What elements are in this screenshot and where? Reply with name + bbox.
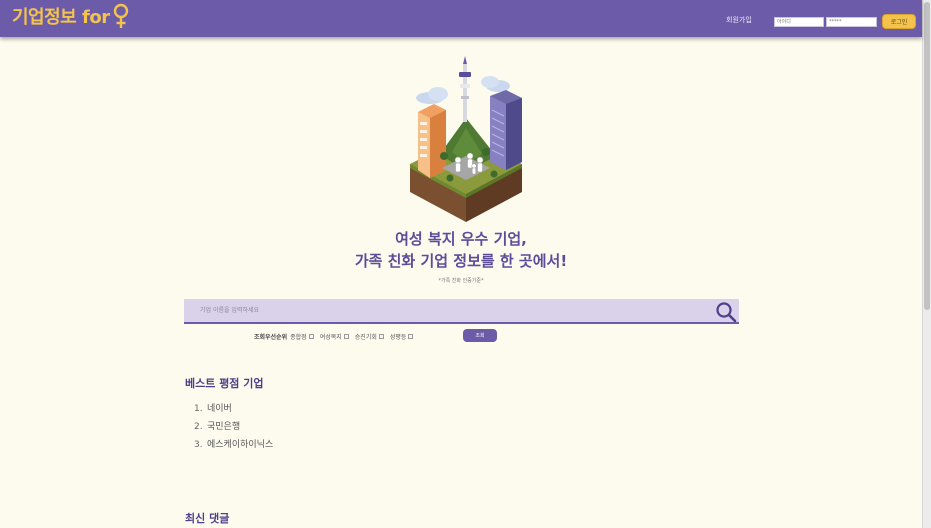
filter-option-label: 여성복지 [319, 333, 342, 341]
password-input[interactable] [826, 17, 877, 27]
query-button[interactable]: 조회 [463, 329, 497, 342]
filter-checkbox[interactable] [343, 333, 349, 339]
filter-option-label: 종합점 [290, 333, 307, 341]
search-icon[interactable] [715, 301, 737, 323]
filter-checkbox[interactable] [308, 333, 314, 339]
filter-checkbox[interactable] [408, 333, 414, 339]
list-item: 3. 에스케이하이닉스 [194, 436, 273, 454]
best-rated-title: 베스트 평점 기업 [185, 377, 264, 390]
signup-link[interactable]: 회원가입 [726, 15, 752, 25]
recent-comments-title: 최신 댓글 [185, 512, 230, 525]
company-link[interactable]: 국민은행 [207, 418, 240, 436]
headline-line-2: 가족 친화 기업 정보를 한 곳에서! [354, 252, 568, 270]
login-button[interactable]: 로그인 [882, 14, 916, 29]
scrollbar-thumb[interactable] [924, 2, 930, 310]
filter-checkbox[interactable] [378, 333, 384, 339]
filter-option-promotion[interactable]: 승진기회 [355, 332, 384, 341]
filter-option-overall[interactable]: 종합점 [290, 332, 314, 341]
page: 기업정보 for 회원가입 로그인 [0, 0, 931, 528]
filter-option-label: 승진기회 [354, 333, 377, 341]
city-illustration [410, 56, 522, 222]
female-symbol-icon [113, 3, 128, 28]
priority-filter-label: 조회우선순위 [254, 333, 288, 341]
top-navigation-bar: 기업정보 for 회원가입 로그인 [0, 0, 922, 37]
page-scrollbar[interactable] [922, 0, 931, 528]
company-link[interactable]: 네이버 [207, 400, 232, 418]
filter-option-women-welfare[interactable]: 여성복지 [320, 332, 349, 341]
rank-number: 1. [194, 404, 203, 414]
company-search-bar [184, 299, 739, 324]
company-link[interactable]: 에스케이하이닉스 [207, 436, 273, 454]
headline-line-1: 여성 복지 우수 기업, [395, 230, 527, 248]
certification-subtext: *가족 친화 인증기준* [438, 278, 484, 284]
list-item: 1. 네이버 [194, 400, 273, 418]
filter-option-gender-equality[interactable]: 성평등 [390, 332, 414, 341]
logo-text: 기업정보 for [12, 7, 110, 28]
filter-option-label: 성평등 [389, 333, 407, 341]
priority-filter-group: 조회우선순위 종합점 여성복지 승진기회 성평등 [254, 329, 419, 343]
site-logo[interactable]: 기업정보 for [12, 3, 129, 29]
list-item: 2. 국민은행 [194, 418, 273, 436]
rank-number: 2. [194, 422, 203, 432]
id-input[interactable] [774, 17, 824, 27]
company-search-input[interactable] [184, 299, 704, 322]
best-rated-list: 1. 네이버 2. 국민은행 3. 에스케이하이닉스 [194, 400, 273, 454]
rank-number: 3. [194, 440, 203, 450]
